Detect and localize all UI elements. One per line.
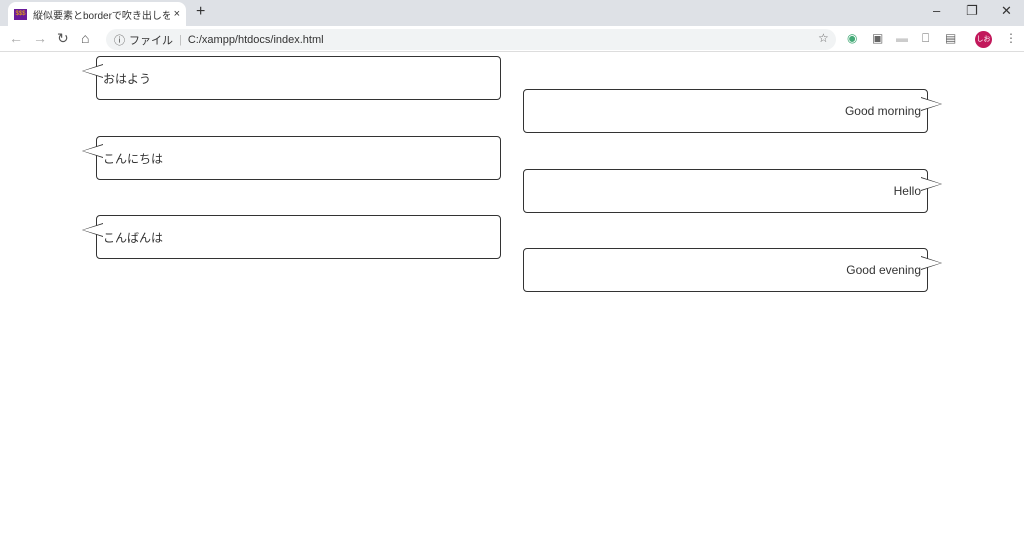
url-text[interactable]: C:/xampp/htdocs/index.html [188,34,324,46]
bubble-text: こんにちは [103,151,164,166]
forward-icon[interactable]: → [33,30,47,46]
toolbar: ← → ↻ ⌂ ⓘ ファイル | C:/xampp/htdocs/index.h… [0,26,1024,52]
speech-bubble-left: こんばんは [82,215,501,259]
bubble-text: Hello [893,184,921,198]
speech-bubble-left: こんにちは [82,136,501,180]
speech-bubble-right: Hello [523,169,942,213]
chat-icon[interactable]: ▤ [945,31,956,45]
speech-bubble-right: Good morning [523,89,942,133]
extension-icon[interactable]: ▬ [896,31,908,45]
tab-bar: $$$ 縦似要素とborderで吹き出しを作る × + – ❐ ✕ [0,0,1024,26]
bubble-text: おはよう [103,71,152,86]
address-bar[interactable]: ⓘ ファイル | C:/xampp/htdocs/index.html [106,29,836,50]
bubble-text: こんばんは [103,230,164,245]
color-extension-icon[interactable]: ◉ [847,31,857,45]
bubble-text: Good morning [844,104,921,118]
new-tab-button[interactable]: + [196,3,205,21]
restore-button[interactable]: ❐ [966,3,978,19]
back-icon[interactable]: ← [9,30,23,46]
close-tab-icon[interactable]: × [174,8,180,20]
info-icon[interactable]: ⓘ [114,32,125,48]
bookmark-icon[interactable]: ⎕ [922,31,929,46]
star-icon[interactable]: ☆ [818,31,829,45]
home-icon[interactable]: ⌂ [81,30,89,46]
close-window-button[interactable]: ✕ [1001,3,1012,19]
minimize-button[interactable]: – [933,3,940,18]
browser-tab[interactable]: $$$ 縦似要素とborderで吹き出しを作る × [8,2,186,26]
tab-title: 縦似要素とborderで吹き出しを作る [33,10,170,22]
avatar[interactable]: しお [975,31,992,48]
speech-bubble-left: おはよう [82,56,501,100]
camera-icon[interactable]: ▣ [872,31,883,45]
menu-icon[interactable]: ⋮ [1005,31,1017,45]
reload-icon[interactable]: ↻ [57,30,69,47]
favicon-icon: $$$ [14,8,27,20]
security-label: ファイル [129,34,173,47]
speech-bubble-right: Good evening [523,248,942,292]
bubble-text: Good evening [846,263,921,277]
divider: | [179,33,182,46]
